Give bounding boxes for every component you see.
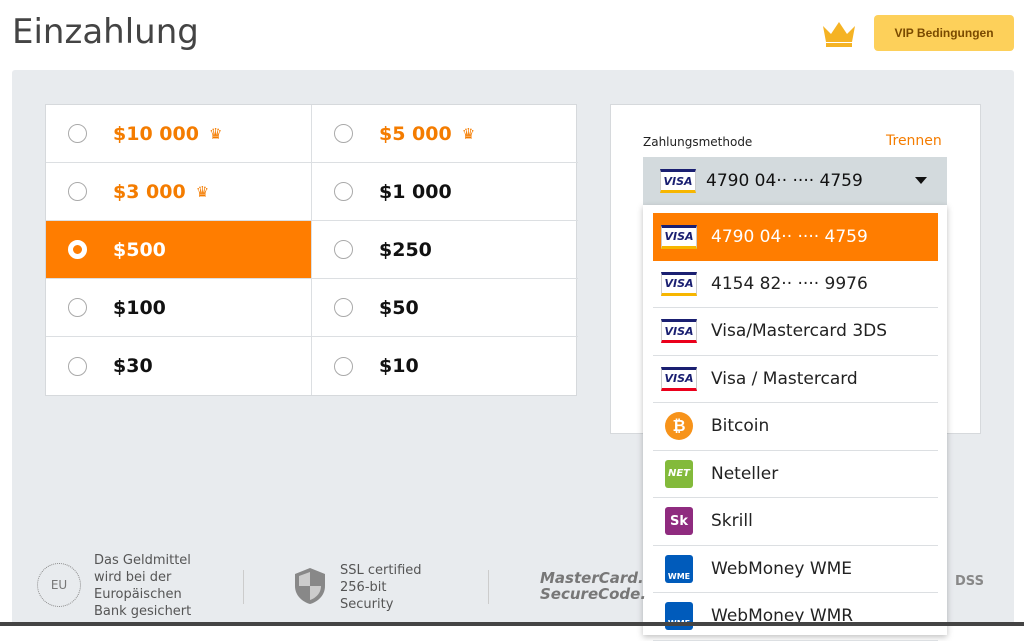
- divider: [488, 570, 489, 604]
- mastercard-text: MasterCard. SecureCode.: [540, 569, 647, 603]
- payment-option[interactable]: VISA Visa / Mastercard: [653, 356, 938, 403]
- payment-option[interactable]: VISA 4790 04·· ···· 4759: [653, 213, 938, 261]
- vip-conditions-button[interactable]: VIP Bedingungen: [874, 15, 1014, 51]
- amount-label: $3 000: [113, 180, 186, 203]
- radio-button[interactable]: [68, 240, 87, 259]
- amount-label: $100: [113, 296, 166, 319]
- radio-button[interactable]: [68, 356, 87, 376]
- payment-option[interactable]: WMEWebMoney WMR: [653, 593, 938, 641]
- visa-mastercard-icon: VISA: [661, 365, 697, 393]
- payment-option-label: Neteller: [711, 463, 779, 484]
- amount-label: $10 000: [113, 122, 199, 145]
- divider: [243, 570, 244, 604]
- payment-option-label: Visa/Mastercard 3DS: [711, 321, 888, 342]
- amount-label: $50: [379, 296, 419, 319]
- radio-button[interactable]: [68, 124, 87, 143]
- payment-method-dropdown[interactable]: VISA 4790 04·· ···· 4759: [643, 157, 947, 205]
- payment-method-label: Zahlungsmethode: [643, 135, 753, 149]
- webmoney-icon: WME: [661, 602, 697, 631]
- amount-option[interactable]: $5 000 ♛: [312, 105, 578, 163]
- page-title: Einzahlung: [12, 12, 199, 52]
- crown-icon: ♛: [461, 124, 476, 143]
- bottom-bar: [0, 622, 1024, 626]
- radio-button[interactable]: [334, 298, 353, 317]
- amount-label: $10: [379, 355, 419, 377]
- payment-option[interactable]: ₿ Bitcoin: [653, 403, 938, 451]
- amount-grid: $10 000 ♛ $5 000 ♛ $3 000 ♛ $1 000 $500 $250 $100…: [45, 104, 578, 396]
- amount-label: $5 000: [379, 122, 452, 145]
- payment-option[interactable]: Sk Skrill: [653, 498, 938, 546]
- payment-method-list: VISA 4790 04·· ···· 4759 VISA 4154 82·· ···…: [643, 205, 947, 641]
- visa-icon: VISA: [661, 270, 697, 298]
- payment-option[interactable]: NET Neteller: [653, 451, 938, 498]
- webmoney-icon: WME: [661, 554, 697, 583]
- eu-logo: EU: [37, 563, 81, 607]
- amount-label: $1 000: [379, 180, 452, 203]
- amount-option[interactable]: $3 000 ♛: [46, 163, 312, 221]
- visa-icon: VISA: [660, 169, 696, 193]
- crown-icon: [823, 22, 855, 47]
- amount-label: $250: [379, 238, 432, 261]
- crown-icon: ♛: [208, 124, 223, 143]
- payment-option-label: Bitcoin: [711, 416, 770, 437]
- radio-button[interactable]: [334, 182, 353, 201]
- amount-label: $500: [113, 238, 166, 261]
- amount-option[interactable]: $500: [46, 221, 312, 279]
- radio-button[interactable]: [68, 182, 87, 201]
- neteller-icon: NET: [661, 459, 697, 488]
- amount-option[interactable]: $30: [46, 337, 312, 395]
- eu-security-text: Das Geldmittel wird bei der Europäischen…: [94, 553, 192, 619]
- unlink-link[interactable]: Trennen: [886, 133, 942, 149]
- payment-option[interactable]: VISA 4154 82·· ···· 9976: [653, 261, 938, 308]
- payment-option-label: Visa / Mastercard: [711, 368, 858, 389]
- shield-icon: [295, 568, 325, 604]
- payment-option-label: 4790 04·· ···· 4759: [711, 226, 868, 247]
- visa-mastercard-icon: VISA: [661, 317, 697, 345]
- caret-down-icon: [915, 177, 927, 184]
- payment-option[interactable]: VISA Visa/Mastercard 3DS: [653, 308, 938, 356]
- visa-icon: VISA: [661, 223, 697, 251]
- amount-option[interactable]: $250: [312, 221, 578, 279]
- amount-label: $30: [113, 355, 153, 377]
- payment-option-label: WebMoney WME: [711, 558, 853, 579]
- selected-method: 4790 04·· ···· 4759: [706, 171, 863, 191]
- amount-option[interactable]: $100: [46, 279, 312, 337]
- amount-option[interactable]: $50: [312, 279, 578, 337]
- ssl-text: SSL certified 256-bit Security: [340, 563, 422, 612]
- radio-button[interactable]: [334, 240, 353, 259]
- radio-button[interactable]: [334, 124, 353, 143]
- amount-option[interactable]: $10 000 ♛: [46, 105, 312, 163]
- bitcoin-icon: ₿: [661, 412, 697, 441]
- payment-option[interactable]: WME WebMoney WME: [653, 546, 938, 593]
- amount-option[interactable]: $1 000: [312, 163, 578, 221]
- payment-option-label: Skrill: [711, 511, 753, 532]
- crown-icon: ♛: [195, 182, 210, 201]
- pci-dss-logo: DSS: [955, 574, 984, 589]
- payment-option-label: 4154 82·· ···· 9976: [711, 273, 868, 294]
- radio-button[interactable]: [334, 356, 353, 376]
- radio-button[interactable]: [68, 298, 87, 317]
- amount-option[interactable]: $10: [312, 337, 578, 395]
- skrill-icon: Sk: [661, 507, 697, 536]
- mastercard-securecode-logo: MasterCard. SecureCode.: [540, 569, 647, 603]
